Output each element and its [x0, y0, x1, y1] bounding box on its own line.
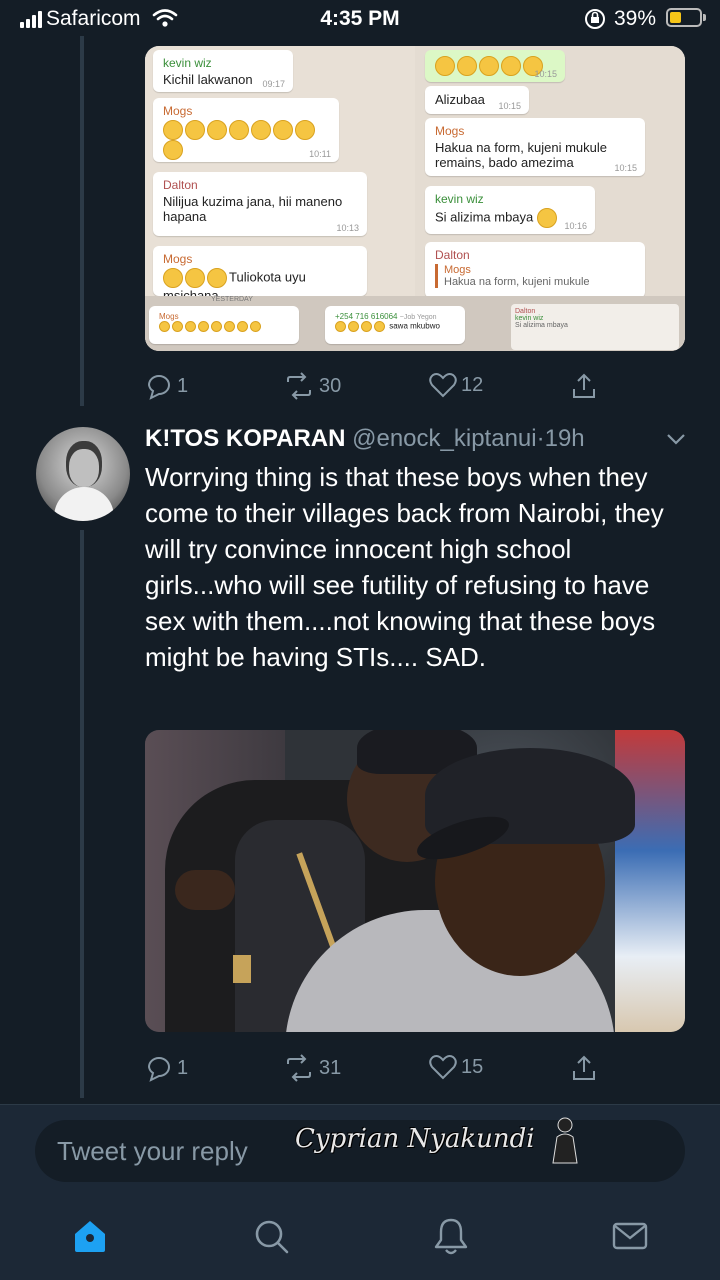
chat-bubble: kevin wiz Si alizima mbaya 10:16 — [425, 186, 595, 234]
separator: · — [536, 425, 545, 452]
share-button[interactable] — [570, 1054, 598, 1082]
watermark-figure-icon — [552, 1117, 578, 1164]
like-button[interactable]: 15 — [429, 1054, 483, 1080]
tab-bar — [0, 1198, 720, 1280]
reply-button[interactable]: 1 — [145, 372, 188, 400]
heart-icon — [429, 373, 457, 398]
battery-icon — [666, 8, 706, 27]
chat-bubble: +254 716 616064 ~Job Yegon sawa mkubwo — [325, 306, 465, 344]
reply-bar: Tweet your reply Cyprian Nyakundi — [0, 1104, 720, 1198]
chat-bubble: Dalton kevin wiz Si alizima mbaya — [511, 304, 679, 350]
heart-icon — [429, 1055, 457, 1080]
reply-button[interactable]: 1 — [145, 1054, 188, 1082]
emoji-row — [163, 120, 317, 160]
reply-icon — [147, 375, 170, 400]
messages-icon[interactable] — [610, 1216, 650, 1256]
share-icon — [573, 1055, 595, 1080]
retweet-icon — [287, 1054, 311, 1082]
tweet-actions: 1 31 15 — [145, 1054, 645, 1084]
author-handle[interactable]: @enock_kiptanui — [352, 425, 536, 452]
retweet-button[interactable]: 30 — [283, 372, 341, 400]
avatar[interactable] — [36, 427, 130, 521]
tweet-text: Worrying thing is that these boys when t… — [145, 462, 664, 672]
like-button[interactable]: 12 — [429, 372, 483, 398]
share-icon — [573, 373, 595, 398]
chat-bubble: Dalton Nilijua kuzima jana, hii maneno h… — [153, 172, 367, 236]
tweet-actions: 1 30 12 — [145, 372, 645, 402]
chat-bubble: Mogs — [149, 306, 299, 344]
orientation-lock-icon — [585, 9, 605, 29]
tweet-header: K!TOS KOPARAN @enock_kiptanui·19h — [145, 425, 585, 453]
chat-bubble: Mogs 10:11 — [153, 98, 339, 162]
chat-bubble: Dalton Mogs Hakua na form, kujeni mukule — [425, 242, 645, 298]
retweet-button[interactable]: 31 — [283, 1054, 341, 1082]
share-button[interactable] — [570, 372, 598, 400]
chat-bubble: 10:15 — [425, 50, 565, 82]
notifications-icon[interactable] — [431, 1216, 471, 1256]
chat-bubble: kevin wiz Kichil lakwanon 09:17 — [153, 50, 293, 92]
home-icon[interactable] — [70, 1216, 110, 1256]
search-icon[interactable] — [251, 1216, 291, 1256]
chat-bubble: Alizubaa 10:15 — [425, 86, 529, 114]
status-bar: Safaricom 4:35 PM 39% — [0, 0, 720, 36]
tweet-image-chat-screenshot[interactable]: kevin wiz Kichil lakwanon 09:17 Mogs 10:… — [145, 46, 685, 351]
chat-bubble: Mogs Tuliokota uyu msichana — [153, 246, 367, 303]
chevron-down-icon[interactable] — [664, 430, 688, 448]
author-name[interactable]: K!TOS KOPARAN — [145, 425, 345, 452]
battery-percent: 39% — [614, 7, 657, 30]
reply-icon — [147, 1057, 170, 1082]
reply-placeholder: Tweet your reply — [57, 1136, 248, 1166]
retweet-icon — [287, 372, 311, 400]
tweet-time: 19h — [544, 425, 585, 452]
thread-line — [80, 530, 84, 1098]
chat-screenshot-strip: Mogs YESTERDAY +254 716 616064 ~Job Yego… — [145, 296, 685, 351]
tweet-image-photo[interactable] — [145, 730, 685, 1032]
clock: 4:35 PM — [320, 7, 400, 30]
watermark: Cyprian Nyakundi — [295, 1115, 583, 1165]
thread-line — [80, 36, 84, 406]
chat-bubble: Mogs Hakua na form, kujeni mukule remain… — [425, 118, 645, 176]
